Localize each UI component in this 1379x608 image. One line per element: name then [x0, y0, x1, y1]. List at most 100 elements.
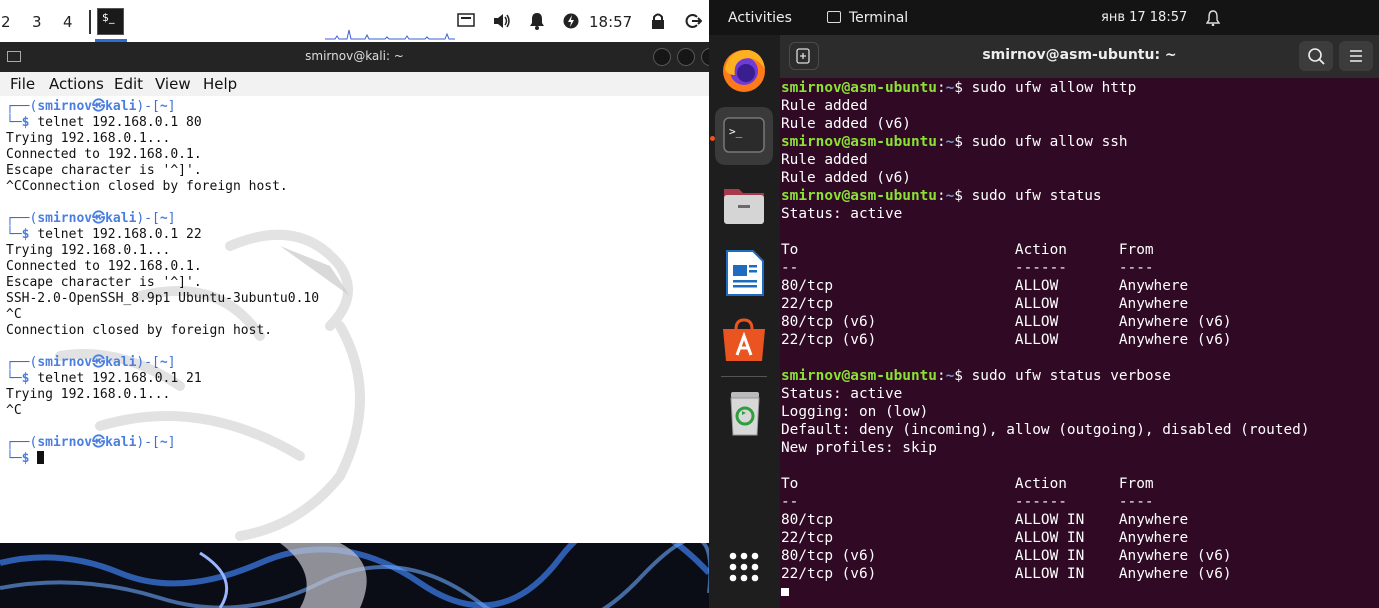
maximize-button[interactable] [677, 48, 695, 66]
activities-button[interactable]: Activities [728, 10, 792, 26]
prompt-user: smirnov㉿kali [37, 211, 137, 226]
prompt-frame: ┌──( [6, 99, 38, 114]
hamburger-icon [1350, 50, 1362, 62]
command-text: telnet 192.168.0.1 22 [37, 227, 202, 242]
prompt-userhost: smirnov@asm-ubuntu [781, 80, 937, 96]
kali-desktop: 2 3 4 $_ 18:57 smirnov@kali: ~ File Acti… [0, 0, 709, 608]
prompt-frame: )-[ [136, 355, 160, 370]
menu-edit[interactable]: Edit [114, 75, 143, 93]
writer-icon[interactable] [715, 243, 773, 301]
volume-icon[interactable] [492, 12, 512, 30]
workspace-3[interactable]: 3 [32, 13, 42, 31]
output-line: 80/tcp ALLOW Anywhere [781, 278, 1189, 294]
menu-file[interactable]: File [10, 75, 35, 93]
prompt-frame: )-[ [136, 435, 160, 450]
prompt-line: smirnov@asm-ubuntu:~$ sudo ufw allow ssh [781, 133, 1310, 151]
workspace-2[interactable]: 2 [1, 13, 11, 31]
kali-wallpaper [0, 543, 709, 608]
lock-screen-icon[interactable] [650, 12, 666, 30]
output-line: Escape character is '^]'. [6, 275, 202, 290]
display-icon[interactable] [457, 12, 475, 28]
output-line: ^CConnection closed by foreign host. [6, 179, 288, 194]
prompt-line: └─$ telnet 192.168.0.1 21 [6, 371, 319, 387]
prompt-frame: ┌──( [6, 211, 38, 226]
prompt-dir: ~ [945, 80, 955, 96]
close-button[interactable] [701, 48, 709, 66]
command-text: sudo ufw allow http [971, 80, 1137, 96]
prompt-frame: ] [167, 211, 176, 226]
prompt-line: └─$ [6, 451, 319, 467]
prompt-line: └─$ telnet 192.168.0.1 22 [6, 227, 319, 243]
terminal-headerbar[interactable]: smirnov@asm-ubuntu: ~ [780, 35, 1379, 78]
output-line: To Action From [781, 242, 1154, 258]
prompt-dir: ~ [945, 368, 955, 384]
menu-help[interactable]: Help [203, 75, 237, 93]
prompt-colon: : [936, 80, 946, 96]
prompt-frame: )-[ [136, 99, 160, 114]
output-line: To Action From [781, 476, 1154, 492]
app-center-icon[interactable] [715, 311, 773, 369]
kali-clock[interactable]: 18:57 [589, 13, 632, 31]
prompt-userhost: smirnov@asm-ubuntu [781, 134, 937, 150]
prompt-dir: ~ [945, 188, 955, 204]
kali-terminal-area[interactable]: ┌──(smirnov㉿kali)-[~] └─$ telnet 192.168.… [0, 96, 709, 543]
output-line: -- ------ ---- [781, 494, 1154, 510]
prompt-dir: ~ [945, 134, 955, 150]
power-manager-icon[interactable] [562, 12, 580, 30]
notifications-bell-icon[interactable] [528, 12, 546, 30]
logout-icon[interactable] [684, 12, 702, 30]
trash-icon[interactable] [715, 383, 773, 441]
output-line: Status: active [781, 386, 903, 402]
cpu-graph-icon [325, 29, 455, 40]
firefox-icon[interactable] [715, 41, 773, 99]
kali-top-panel: 2 3 4 $_ 18:57 [0, 0, 709, 42]
show-apps-icon[interactable] [715, 539, 773, 597]
output-line: SSH-2.0-OpenSSH_8.9p1 Ubuntu-3ubuntu0.10 [6, 291, 320, 306]
search-icon [1308, 48, 1325, 65]
prompt-dollar: $ [954, 188, 972, 204]
menu-view[interactable]: View [155, 75, 191, 93]
files-icon[interactable] [715, 175, 773, 233]
prompt-frame: └─ [6, 371, 22, 386]
app-menu-terminal[interactable]: Terminal [849, 10, 908, 26]
terminal-icon[interactable]: >_ [715, 107, 773, 165]
prompt-header: ┌──(smirnov㉿kali)-[~] [6, 435, 319, 451]
command-text: telnet 192.168.0.1 80 [37, 115, 202, 130]
prompt-header: ┌──(smirnov㉿kali)-[~] [6, 211, 319, 227]
output-line: Default: deny (incoming), allow (outgoin… [781, 422, 1310, 438]
hamburger-menu-button[interactable] [1339, 41, 1373, 71]
prompt-frame: └─ [6, 451, 22, 466]
search-button[interactable] [1299, 41, 1333, 71]
command-text: sudo ufw status [971, 188, 1102, 204]
taskbar-terminal-icon[interactable]: $_ [97, 8, 124, 35]
prompt-dollar: $ [954, 134, 972, 150]
prompt-header: ┌──(smirnov㉿kali)-[~] [6, 355, 319, 371]
kali-window-titlebar[interactable]: smirnov@kali: ~ [0, 42, 709, 72]
prompt-dollar: $ [21, 371, 38, 386]
workspace-4[interactable]: 4 [63, 13, 73, 31]
ubuntu-terminal-area[interactable]: smirnov@asm-ubuntu:~$ sudo ufw allow htt… [780, 78, 1379, 608]
terminal-window-title: smirnov@asm-ubuntu: ~ [982, 47, 1177, 63]
prompt-header: ┌──(smirnov㉿kali)-[~] [6, 99, 319, 115]
prompt-dir: ~ [159, 435, 168, 450]
svg-text:>_: >_ [729, 125, 743, 138]
minimize-button[interactable] [653, 48, 671, 66]
prompt-frame: ] [167, 435, 176, 450]
prompt-userhost: smirnov@asm-ubuntu [781, 368, 937, 384]
kali-menubar: File Actions Edit View Help [0, 72, 709, 97]
output-line: 80/tcp (v6) ALLOW IN Anywhere (v6) [781, 548, 1232, 564]
ubuntu-clock[interactable]: янв 17 18:57 [1101, 10, 1187, 25]
output-line: 80/tcp ALLOW IN Anywhere [781, 512, 1189, 528]
panel-separator [89, 10, 91, 34]
terminal-cursor [37, 451, 45, 464]
output-line: 22/tcp (v6) ALLOW Anywhere (v6) [781, 332, 1232, 348]
output-line: -- ------ ---- [781, 260, 1154, 276]
output-line: Trying 192.168.0.1... [6, 243, 171, 258]
output-line: Rule added [781, 98, 868, 114]
menu-actions[interactable]: Actions [49, 75, 104, 93]
command-text: sudo ufw status verbose [971, 368, 1171, 384]
prompt-userhost: smirnov@asm-ubuntu [781, 188, 937, 204]
